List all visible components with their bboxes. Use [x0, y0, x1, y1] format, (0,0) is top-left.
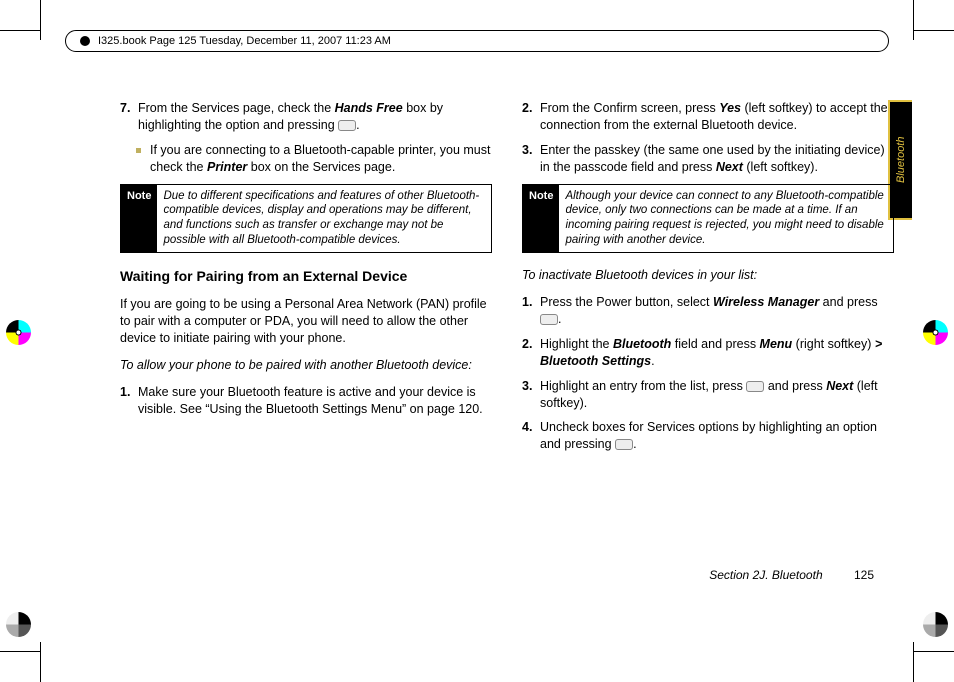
- note-box: Note Although your device can connect to…: [522, 184, 894, 254]
- page-footer: Section 2J. Bluetooth 125: [120, 568, 874, 582]
- ok-key-icon: [615, 439, 633, 450]
- term-yes: Yes: [719, 101, 741, 115]
- term-menu: Menu: [760, 337, 793, 351]
- page-number: 125: [854, 568, 874, 582]
- text: From the Confirm screen, press: [540, 101, 719, 115]
- side-tab-label: Bluetooth: [895, 137, 907, 183]
- step-number: 2.: [522, 336, 532, 353]
- text: Press the Power button, select: [540, 295, 713, 309]
- page-header: I325.book Page 125 Tuesday, December 11,…: [65, 30, 889, 52]
- gray-mark-left: [6, 612, 31, 637]
- ok-key-icon: [338, 120, 356, 131]
- list-item: 1. Press the Power button, select Wirele…: [522, 294, 894, 328]
- term-wireless-manager: Wireless Manager: [713, 295, 819, 309]
- text: Highlight the: [540, 337, 613, 351]
- left-column: 7. From the Services page, check the Han…: [120, 100, 492, 602]
- text: From the Services page, check the: [138, 101, 335, 115]
- step-number: 1.: [120, 384, 130, 401]
- list-item: 3. Highlight an entry from the list, pre…: [522, 378, 894, 412]
- header-bullet-icon: [80, 36, 90, 46]
- term-next: Next: [716, 160, 743, 174]
- text: Uncheck boxes for Services options by hi…: [540, 420, 877, 451]
- term-bluetooth: Bluetooth: [613, 337, 671, 351]
- term-printer: Printer: [207, 160, 247, 174]
- note-text: Due to different specifications and feat…: [157, 185, 491, 253]
- step-number: 4.: [522, 419, 532, 436]
- list-item: 1. Make sure your Bluetooth feature is a…: [120, 384, 492, 418]
- paragraph: If you are going to be using a Personal …: [120, 296, 492, 347]
- list-item: 7. From the Services page, check the Han…: [120, 100, 492, 134]
- step-number: 1.: [522, 294, 532, 311]
- note-text: Although your device can connect to any …: [559, 185, 893, 253]
- text: box on the Services page.: [247, 160, 395, 174]
- list-item: 3. Enter the passkey (the same one used …: [522, 142, 894, 176]
- note-label: Note: [523, 185, 559, 253]
- footer-section: Section 2J. Bluetooth: [709, 568, 822, 582]
- step-number: 3.: [522, 378, 532, 395]
- term-next: Next: [826, 379, 853, 393]
- text: (left softkey).: [743, 160, 818, 174]
- text: field and press: [671, 337, 759, 351]
- right-column: 2. From the Confirm screen, press Yes (l…: [522, 100, 894, 602]
- step-number: 7.: [120, 100, 130, 117]
- step-number: 2.: [522, 100, 532, 117]
- sub-bullet: If you are connecting to a Bluetooth-cap…: [120, 142, 492, 176]
- ok-key-icon: [746, 381, 764, 392]
- lead-in: To allow your phone to be paired with an…: [120, 357, 492, 374]
- gray-mark-right: [923, 612, 948, 637]
- header-text: I325.book Page 125 Tuesday, December 11,…: [98, 35, 391, 47]
- text: Highlight an entry from the list, press: [540, 379, 746, 393]
- list-item: 2. From the Confirm screen, press Yes (l…: [522, 100, 894, 134]
- registration-mark-right: [923, 320, 948, 345]
- note-box: Note Due to different specifications and…: [120, 184, 492, 254]
- note-label: Note: [121, 185, 157, 253]
- text: and press: [819, 295, 877, 309]
- registration-mark-left: [6, 320, 31, 345]
- list-item: 4. Uncheck boxes for Services options by…: [522, 419, 894, 453]
- text: Make sure your Bluetooth feature is acti…: [138, 385, 483, 416]
- subheading: Waiting for Pairing from an External Dev…: [120, 267, 492, 286]
- text: and press: [764, 379, 826, 393]
- list-item: 2. Highlight the Bluetooth field and pre…: [522, 336, 894, 370]
- text: (right softkey): [792, 337, 875, 351]
- text: Enter the passkey (the same one used by …: [540, 143, 885, 174]
- term-hands-free: Hands Free: [335, 101, 403, 115]
- lead-in: To inactivate Bluetooth devices in your …: [522, 267, 894, 284]
- page-body: 7. From the Services page, check the Han…: [120, 100, 894, 602]
- ok-key-icon: [540, 314, 558, 325]
- step-number: 3.: [522, 142, 532, 159]
